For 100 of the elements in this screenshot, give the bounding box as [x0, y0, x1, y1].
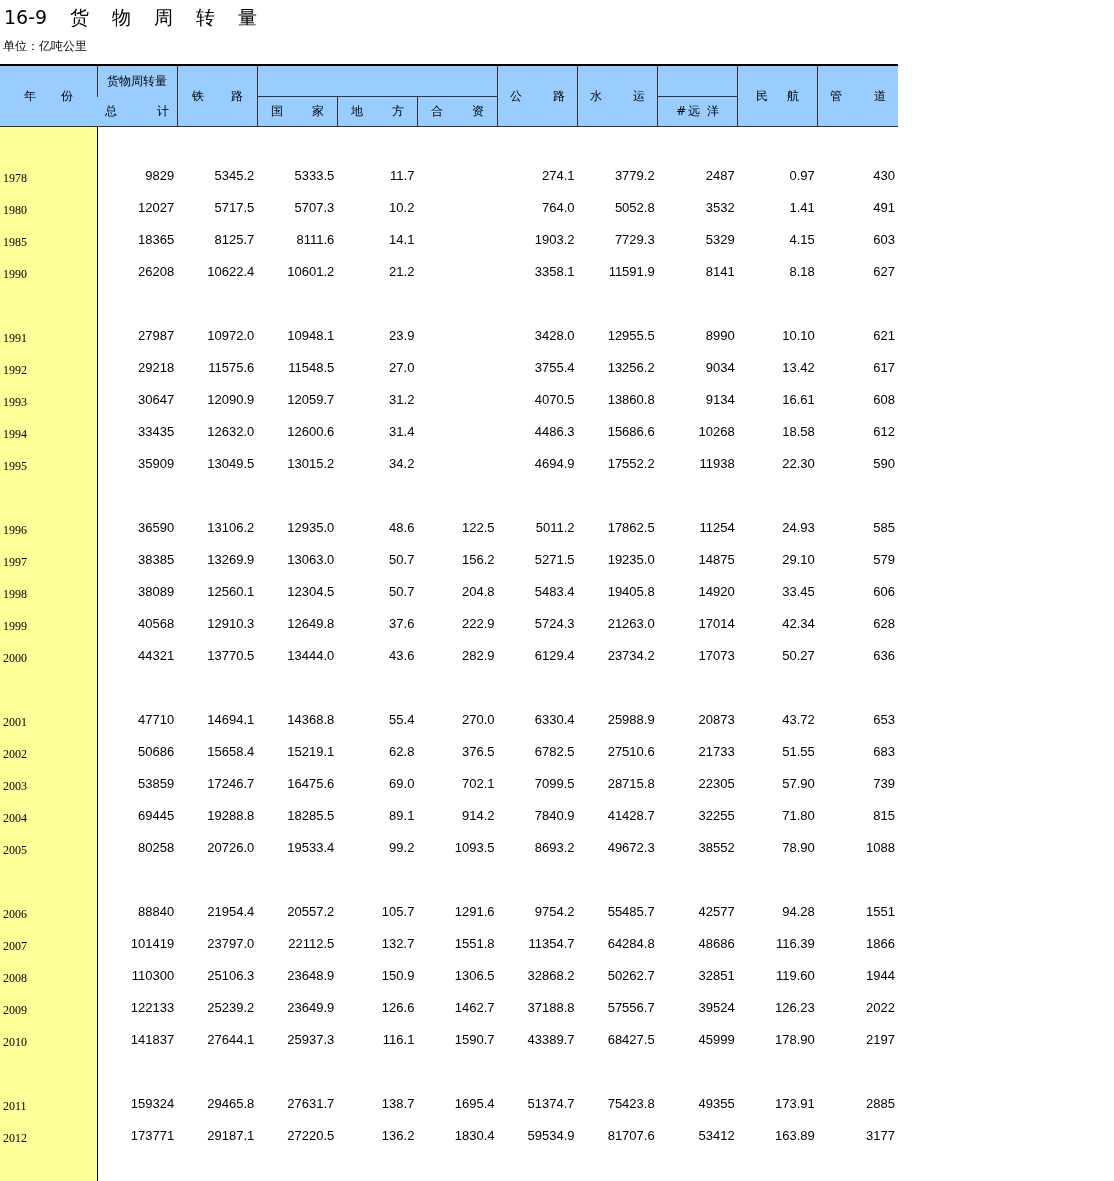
table-cell-text: 27510.6: [606, 742, 656, 761]
table-cell-text: 68427.5: [606, 1030, 656, 1049]
table-cell-text: 50.7: [388, 550, 416, 569]
table-cell-text: 27.0: [388, 358, 416, 377]
table-cell-text: 590: [872, 454, 896, 473]
table-cell-text: 7099.5: [533, 774, 576, 793]
table-cell-text: 815: [872, 806, 896, 825]
column-header: 水 运: [577, 65, 658, 127]
table-cell-text: 17862.5: [606, 518, 656, 537]
table-cell-text: 27631.7: [286, 1094, 336, 1113]
table-cell-text: 126.6: [380, 998, 416, 1017]
table-cell-text: 10622.4: [206, 262, 256, 281]
table-cell: 88840: [97, 895, 178, 927]
table-cell-text: 6129.4: [533, 646, 576, 665]
table-cell-text: 48686: [697, 934, 736, 953]
table-cell-text: 21263.0: [606, 614, 656, 633]
table-cell-text: 0.97: [788, 166, 816, 185]
table-cell-text: 4.15: [788, 230, 816, 249]
table-cell-text: 3428.0: [533, 326, 576, 345]
table-cell-text: 22.30: [781, 454, 816, 473]
table-cell-text: 1551.8: [453, 934, 496, 953]
column-header: #远 洋: [657, 96, 738, 127]
column-header: 铁 路: [177, 65, 258, 127]
table-cell-text: 136.2: [380, 1126, 416, 1145]
table-cell-text: 23649.9: [286, 998, 336, 1017]
year-cell: 2011: [0, 1087, 98, 1119]
table-cell-text: 13.42: [781, 358, 816, 377]
table-cell-text: 606: [872, 582, 896, 601]
table-cell-text: 13106.2: [206, 518, 256, 537]
table-cell-text: 3755.4: [533, 358, 576, 377]
table-cell-text: 23734.2: [606, 646, 656, 665]
year-cell: 2002: [0, 735, 98, 767]
table-cell-text: 62.8: [388, 742, 416, 761]
table-cell-text: 270.0: [460, 710, 496, 729]
table-cell-text: 18.58: [781, 422, 816, 441]
year-cell: 2000: [0, 639, 98, 671]
table-cell: 35909: [97, 447, 178, 479]
table-cell: 50686: [97, 735, 178, 767]
year-cell: 2010: [0, 1023, 98, 1055]
table-cell-text: 14694.1: [206, 710, 256, 729]
table-cell-text: 10972.0: [206, 326, 256, 345]
table-cell-text: 122.5: [460, 518, 496, 537]
year-cell: 2007: [0, 927, 98, 959]
table-cell-text: 5011.2: [534, 518, 576, 537]
table-cell-text: 8111.6: [295, 230, 336, 249]
table-cell-text: 34.2: [388, 454, 416, 473]
table-cell-text: 430: [872, 166, 896, 185]
table-cell-text: 31.4: [388, 422, 416, 441]
column-header: 年 份: [0, 65, 98, 127]
table-cell-text: 57556.7: [606, 998, 656, 1017]
table-cell-text: 31.2: [388, 390, 416, 409]
table-cell-text: 48.6: [388, 518, 416, 537]
table-cell-text: 8125.7: [213, 230, 256, 249]
table-cell-text: 376.5: [460, 742, 496, 761]
table-cell-text: 19288.8: [206, 806, 256, 825]
table-cell-text: 12090.9: [206, 390, 256, 409]
table-cell-text: 628: [872, 614, 896, 633]
table-cell-text: 45999: [697, 1030, 736, 1049]
table-cell-text: 636: [872, 646, 896, 665]
table-cell-text: 4486.3: [533, 422, 576, 441]
table-cell: 80258: [97, 831, 178, 863]
table-cell-text: 603: [872, 230, 896, 249]
table-cell-text: 13770.5: [206, 646, 256, 665]
column-header: 地 方: [337, 96, 418, 127]
table-cell-text: 1.41: [788, 198, 816, 217]
table-cell-text: 23797.0: [206, 934, 256, 953]
table-cell-text: 17073: [697, 646, 736, 665]
year-cell: 1990: [0, 255, 98, 287]
table-cell-text: 69.0: [388, 774, 416, 793]
table-cell-text: 25937.3: [286, 1030, 336, 1049]
table-cell-text: 5271.5: [533, 550, 576, 569]
table-cell-text: 13256.2: [606, 358, 656, 377]
table-cell-text: 42.34: [781, 614, 816, 633]
year-cell: 1985: [0, 223, 98, 255]
year-cell: 1995: [0, 447, 98, 479]
unit-label: 单位：亿吨公里: [2, 38, 88, 55]
table-cell-text: 1695.4: [453, 1094, 496, 1113]
table-cell-text: 14920: [697, 582, 736, 601]
table-cell-text: 41428.7: [606, 806, 656, 825]
table-cell-text: 71.80: [781, 806, 816, 825]
table-cell-text: 59534.9: [526, 1126, 576, 1145]
table-cell-text: 24.93: [781, 518, 816, 537]
table-cell: 29218: [97, 351, 178, 383]
table-cell-text: 43.72: [781, 710, 816, 729]
table-cell-text: 21.2: [388, 262, 416, 281]
table-cell-text: 37.6: [388, 614, 416, 633]
table-cell-text: 64284.8: [606, 934, 656, 953]
table-cell: 12027: [97, 191, 178, 223]
table-cell-text: 8990: [704, 326, 736, 345]
table-cell-text: 28715.8: [606, 774, 656, 793]
table-cell-text: 38552: [697, 838, 736, 857]
table-cell-text: 20557.2: [286, 902, 336, 921]
column-header: 管 道: [817, 65, 898, 127]
table-cell-text: 5052.8: [613, 198, 656, 217]
table-cell-text: 116.1: [381, 1030, 416, 1049]
table-cell-text: 579: [872, 550, 896, 569]
table-cell-text: 43389.7: [526, 1030, 576, 1049]
table-cell-text: 20726.0: [206, 838, 256, 857]
table-cell-text: 12600.6: [286, 422, 336, 441]
table-cell-text: 3358.1: [533, 262, 576, 281]
